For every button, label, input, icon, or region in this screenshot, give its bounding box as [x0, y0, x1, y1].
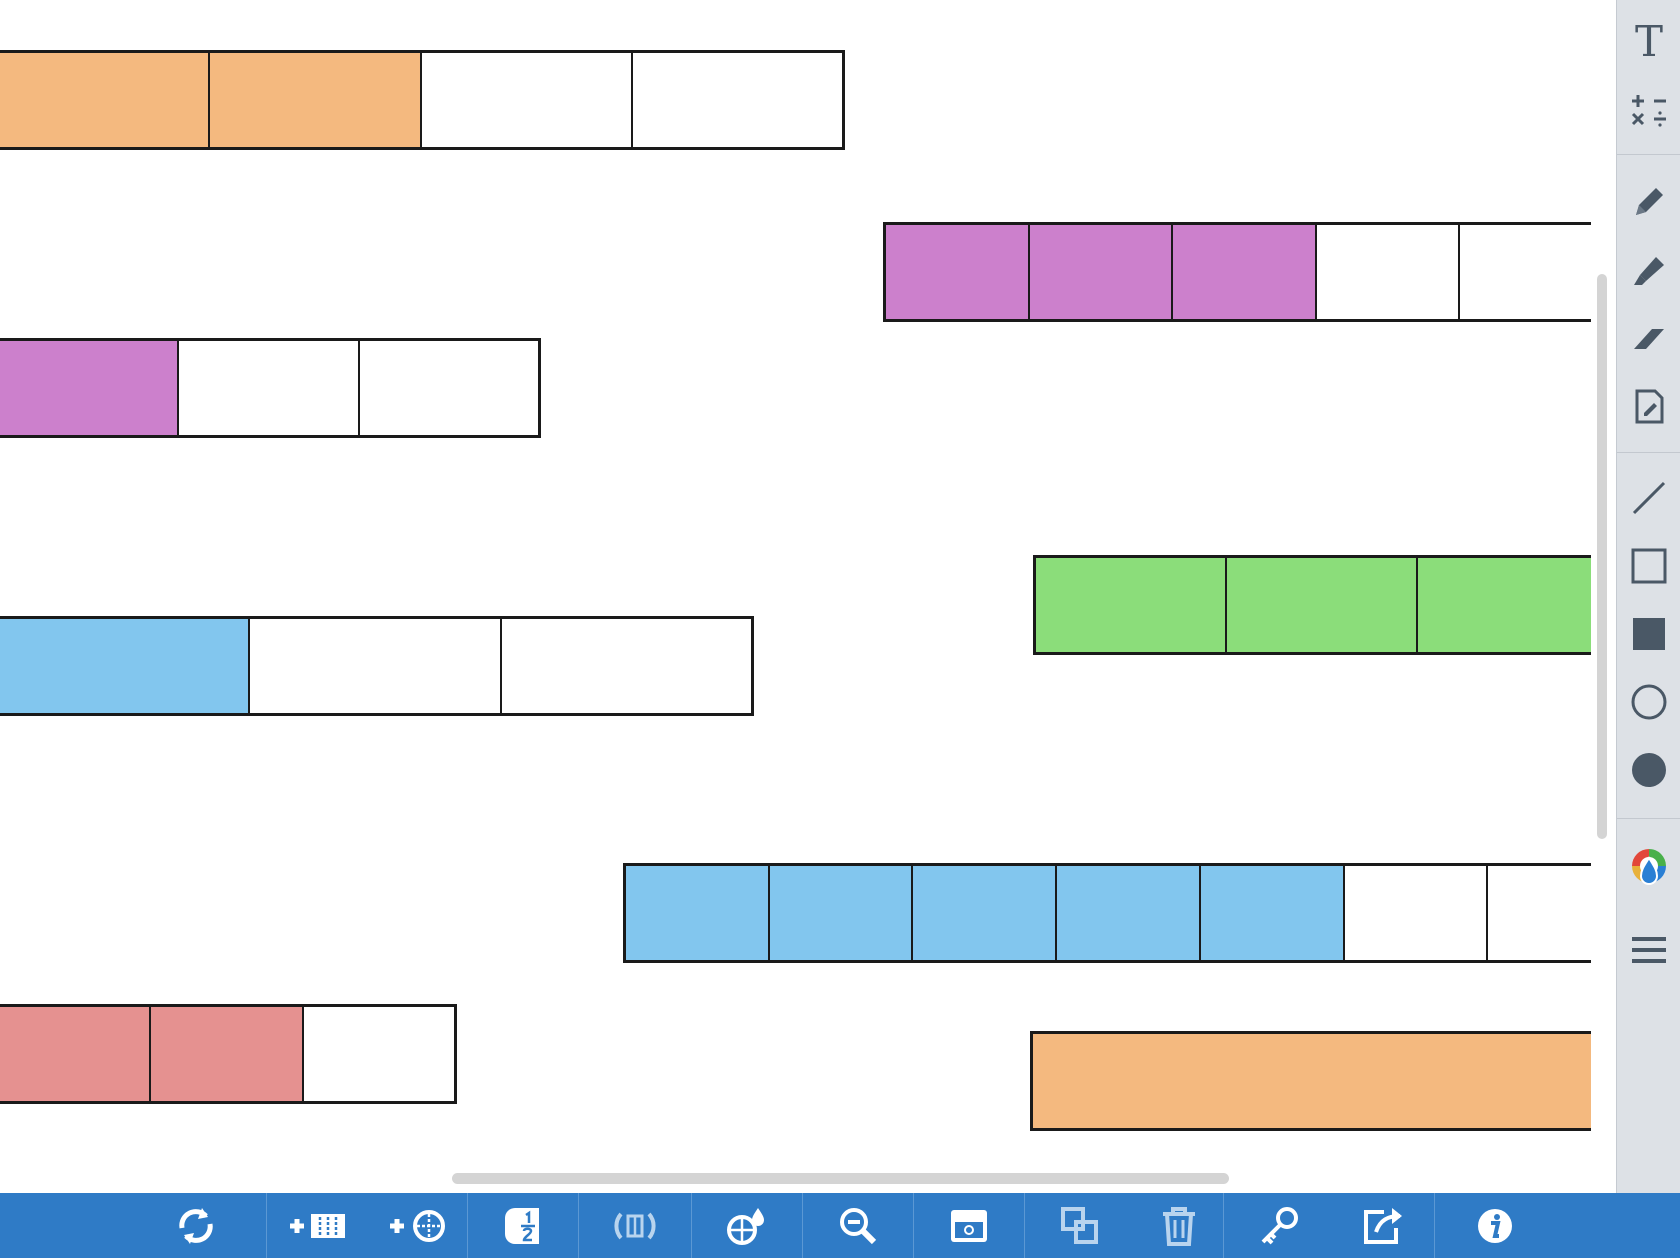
- circle-filled-tool-button[interactable]: [1625, 744, 1673, 796]
- fraction-segment[interactable]: [886, 225, 1030, 319]
- line-icon: [1632, 481, 1666, 515]
- fraction-segment[interactable]: [626, 866, 770, 960]
- tool-sidebar: T: [1616, 0, 1680, 1193]
- add-circle-icon: [389, 1209, 445, 1242]
- menu-button[interactable]: [1625, 924, 1673, 976]
- fraction-bar[interactable]: [0, 1004, 457, 1104]
- circle-filled-icon: [1632, 753, 1666, 787]
- key-button[interactable]: [1224, 1193, 1334, 1258]
- fraction-label-icon: [504, 1207, 539, 1244]
- fraction-segment[interactable]: [151, 1007, 304, 1101]
- fraction-segment[interactable]: [0, 619, 251, 713]
- duplicate-button[interactable]: [1025, 1193, 1135, 1258]
- fraction-segment[interactable]: [1029, 225, 1174, 319]
- fraction-segment[interactable]: [769, 866, 914, 960]
- fraction-segment[interactable]: [1057, 866, 1201, 960]
- fraction-segment[interactable]: [1418, 558, 1591, 652]
- fraction-segment[interactable]: [1488, 866, 1591, 960]
- math-symbols-icon: [1631, 95, 1666, 127]
- fraction-segment[interactable]: [210, 53, 422, 147]
- reset-icon: [178, 1207, 213, 1244]
- trash-button[interactable]: [1135, 1193, 1223, 1258]
- vertical-scrollbar[interactable]: [1597, 274, 1607, 839]
- horizontal-scrollbar[interactable]: [452, 1173, 1229, 1184]
- fraction-bar[interactable]: [0, 338, 541, 438]
- fraction-segment[interactable]: [1344, 866, 1489, 960]
- fraction-bar[interactable]: [883, 222, 1591, 322]
- text-tool-button[interactable]: T: [1625, 16, 1673, 68]
- fraction-segment[interactable]: [0, 1007, 152, 1101]
- fraction-segment[interactable]: [1460, 225, 1591, 319]
- hide-show-button[interactable]: [914, 1193, 1024, 1258]
- color-palette-icon: [1632, 849, 1666, 885]
- fraction-segment[interactable]: [250, 619, 502, 713]
- fraction-bar[interactable]: [0, 50, 845, 150]
- add-circle-button[interactable]: [367, 1193, 467, 1258]
- eraser-tool-button[interactable]: [1625, 312, 1673, 364]
- text-icon: T: [1634, 17, 1663, 66]
- share-button[interactable]: [1334, 1193, 1434, 1258]
- circle-outline-tool-button[interactable]: [1625, 676, 1673, 728]
- hide-show-icon: [950, 1209, 987, 1242]
- key-icon: [1261, 1206, 1298, 1244]
- fraction-segment[interactable]: [0, 53, 211, 147]
- fraction-bar[interactable]: [623, 863, 1591, 963]
- fraction-bar[interactable]: [1030, 1031, 1591, 1131]
- info-icon: [1477, 1208, 1512, 1243]
- flip-icon: [613, 1212, 656, 1239]
- fraction-segment[interactable]: [179, 341, 360, 435]
- line-tool-button[interactable]: [1625, 472, 1673, 524]
- fraction-segment[interactable]: [632, 53, 842, 147]
- zoom-out-icon: [839, 1207, 876, 1244]
- circle-outline-icon: [1631, 684, 1667, 720]
- fill-color-button[interactable]: [692, 1193, 802, 1258]
- fraction-segment[interactable]: [303, 1007, 454, 1101]
- highlighter-tool-button[interactable]: [1625, 244, 1673, 296]
- fraction-segment[interactable]: [1316, 225, 1461, 319]
- fraction-bar[interactable]: [1033, 555, 1591, 655]
- pen-tool-button[interactable]: [1625, 176, 1673, 228]
- add-bar-icon: [289, 1213, 345, 1238]
- fraction-segment[interactable]: [359, 341, 538, 435]
- add-bar-button[interactable]: [267, 1193, 367, 1258]
- zoom-out-button[interactable]: [803, 1193, 913, 1258]
- fraction-segment[interactable]: [1033, 1034, 1591, 1128]
- color-palette-button[interactable]: [1625, 842, 1673, 894]
- rectangle-filled-icon: [1633, 618, 1665, 650]
- note-tool-button[interactable]: [1625, 380, 1673, 432]
- note-icon: [1635, 389, 1664, 424]
- fraction-label-button[interactable]: [468, 1193, 578, 1258]
- fraction-bar[interactable]: [0, 616, 754, 716]
- fraction-segment[interactable]: [1227, 558, 1418, 652]
- highlighter-icon: [1634, 257, 1664, 285]
- bottom-toolbar: [0, 1193, 1680, 1258]
- eraser-icon: [1634, 329, 1664, 349]
- fraction-segment[interactable]: [501, 619, 751, 713]
- trash-icon: [1162, 1206, 1195, 1246]
- fill-color-icon: [726, 1207, 764, 1245]
- duplicate-icon: [1060, 1206, 1098, 1244]
- reset-button[interactable]: [126, 1193, 266, 1258]
- fraction-segment[interactable]: [0, 341, 180, 435]
- fraction-segment[interactable]: [421, 53, 633, 147]
- info-button[interactable]: [1435, 1193, 1555, 1258]
- math-symbols-button[interactable]: [1625, 84, 1673, 136]
- rectangle-filled-tool-button[interactable]: [1625, 608, 1673, 660]
- workspace-canvas[interactable]: [0, 0, 1591, 1193]
- fraction-segment[interactable]: [913, 866, 1058, 960]
- menu-icon: [1632, 937, 1666, 963]
- pen-icon: [1636, 188, 1663, 215]
- share-icon: [1363, 1207, 1402, 1244]
- fraction-segment[interactable]: [1200, 866, 1345, 960]
- rectangle-outline-tool-button[interactable]: [1625, 540, 1673, 592]
- fraction-segment[interactable]: [1036, 558, 1227, 652]
- flip-button[interactable]: [579, 1193, 691, 1258]
- rectangle-outline-icon: [1631, 548, 1667, 584]
- fraction-segment[interactable]: [1173, 225, 1317, 319]
